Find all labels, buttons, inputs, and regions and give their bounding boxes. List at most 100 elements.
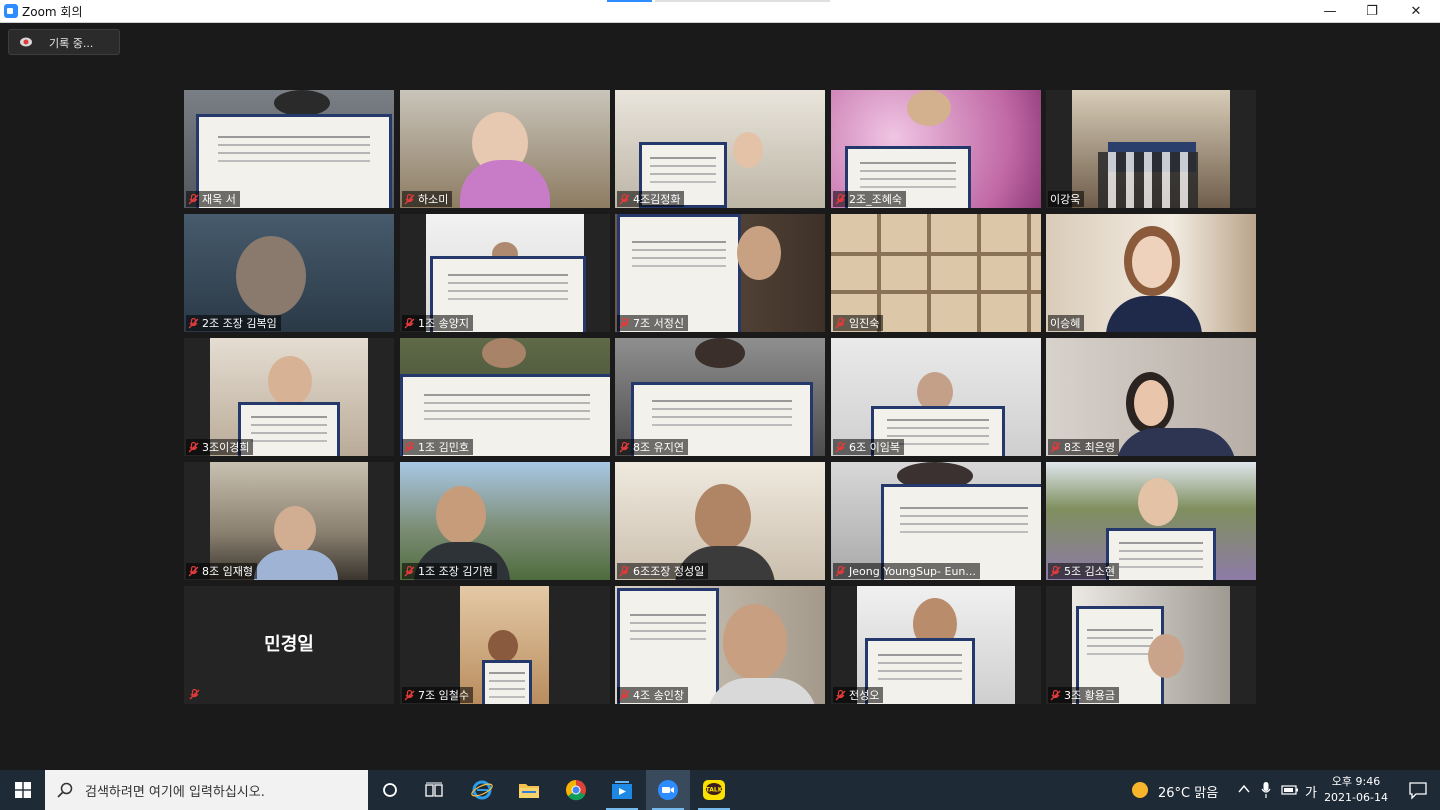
participant-head — [695, 484, 751, 550]
participant-head — [436, 486, 486, 544]
video-tile[interactable]: 3조 황용금 — [1046, 586, 1256, 704]
participant-name-tag: 6조조장 정성일 — [617, 563, 709, 579]
video-tile[interactable]: 1조 김민호 — [400, 338, 610, 456]
active-speaker-tile[interactable]: 이승혜 — [1046, 214, 1256, 332]
windows-taskbar: 검색하려면 여기에 입력하십시오. TALK 26°C 맑음 가 오후 9:46… — [0, 770, 1440, 810]
muted-mic-icon — [835, 565, 846, 576]
participant-display-name: 민경일 — [264, 634, 314, 655]
video-tile[interactable]: 8조 임재형 — [184, 462, 394, 580]
participant-name: 8조 최은영 — [1064, 441, 1115, 454]
participant-name: 1조 송양지 — [418, 317, 469, 330]
taskbar-media-app[interactable] — [600, 770, 644, 810]
participant-name-tag: 재욱 서 — [186, 191, 240, 207]
video-tile[interactable]: 임진숙 — [831, 214, 1041, 332]
video-tile[interactable]: 6조 이임복 — [831, 338, 1041, 456]
participant-name-tag: 2조_조혜숙 — [833, 191, 906, 207]
taskbar-zoom[interactable] — [646, 770, 690, 810]
muted-mic-icon — [835, 193, 846, 204]
taskbar-chrome[interactable] — [554, 770, 598, 810]
certificate — [1106, 528, 1216, 580]
video-tile[interactable]: 2조 조장 김복임 — [184, 214, 394, 332]
video-tile[interactable]: 재욱 서 — [184, 90, 394, 208]
video-tile[interactable]: Jeong YoungSup- Eun... — [831, 462, 1041, 580]
video-tile[interactable]: 7조 임철수 — [400, 586, 610, 704]
search-icon — [57, 782, 73, 798]
close-button[interactable]: ✕ — [1394, 0, 1438, 22]
participant-name: 2조 조장 김복임 — [202, 317, 277, 330]
participant-name-tag: 4조 송인창 — [617, 687, 688, 703]
chevron-up-icon[interactable] — [1238, 784, 1250, 794]
window-title: Zoom 회의 — [22, 5, 83, 19]
video-tile[interactable]: 1조 조장 김기현 — [400, 462, 610, 580]
input-method-indicator[interactable]: 가 — [1305, 782, 1317, 801]
participant-head — [695, 338, 745, 368]
recording-indicator[interactable]: 기록 중... — [8, 29, 120, 55]
participant-name: 재욱 서 — [202, 193, 236, 206]
video-tile[interactable]: 전성오 — [831, 586, 1041, 704]
participant-head — [733, 132, 763, 168]
muted-mic-icon — [404, 193, 415, 204]
video-tile[interactable]: 4조김정화 — [615, 90, 825, 208]
muted-mic-icon — [188, 565, 199, 576]
participant-head — [723, 604, 787, 680]
start-button[interactable] — [0, 770, 45, 810]
muted-mic-icon — [619, 565, 630, 576]
muted-mic-icon — [188, 441, 199, 452]
video-tile[interactable]: 3조이경희 — [184, 338, 394, 456]
weather-text[interactable]: 26°C 맑음 — [1158, 782, 1218, 801]
zoom-app-icon — [4, 4, 18, 18]
muted-mic-icon — [1050, 441, 1061, 452]
participant-name-tag: 3조 황용금 — [1048, 687, 1119, 703]
participant-name-tag: 7조 임철수 — [402, 687, 473, 703]
taskbar-file-explorer[interactable] — [507, 770, 551, 810]
chrome-icon — [566, 780, 586, 801]
clock-date: 2021-06-14 — [1324, 791, 1388, 804]
video-tile[interactable]: 6조조장 정성일 — [615, 462, 825, 580]
cortana-button[interactable] — [368, 770, 412, 810]
participant-head — [274, 90, 330, 116]
video-grid: 재욱 서 하소미 4조김정화 2조_조혜숙 이강욱 2조 조장 김복임 1조 송… — [184, 90, 1256, 704]
participant-name-tag: 6조 이임복 — [833, 439, 904, 455]
video-tile[interactable]: 8조 유지연 — [615, 338, 825, 456]
video-tile[interactable]: 1조 송양지 — [400, 214, 610, 332]
muted-mic-icon — [835, 441, 846, 452]
maximize-button[interactable]: ❐ — [1350, 0, 1394, 22]
minimize-button[interactable]: — — [1308, 0, 1352, 22]
participant-name: 1조 조장 김기현 — [418, 565, 493, 578]
search-placeholder: 검색하려면 여기에 입력하십시오. — [85, 785, 265, 800]
video-tile[interactable]: 2조_조혜숙 — [831, 90, 1041, 208]
participant-head — [488, 630, 518, 662]
folder-icon — [519, 784, 539, 798]
video-tile[interactable]: 4조 송인창 — [615, 586, 825, 704]
video-tile[interactable]: 하소미 — [400, 90, 610, 208]
participant-head — [1148, 634, 1184, 678]
muted-mic-icon — [619, 317, 630, 328]
video-tile[interactable]: 7조 서정신 — [615, 214, 825, 332]
participant-name-tag: 8조 임재형 — [186, 563, 257, 579]
taskbar-edge[interactable] — [460, 770, 504, 810]
media-player-icon — [612, 781, 632, 799]
task-view-button[interactable] — [412, 770, 456, 810]
microphone-icon[interactable] — [1261, 781, 1271, 799]
participant-name: 1조 김민호 — [418, 441, 469, 454]
taskbar-clock[interactable]: 오후 9:46 2021-06-14 — [1324, 774, 1388, 806]
participant-name: 7조 임철수 — [418, 689, 469, 702]
taskbar-search-box[interactable]: 검색하려면 여기에 입력하십시오. — [45, 770, 368, 810]
video-tile-no-video[interactable]: 민경일 — [184, 586, 394, 704]
battery-icon[interactable] — [1281, 784, 1299, 796]
video-tile[interactable]: 5조 김소현 — [1046, 462, 1256, 580]
video-tile[interactable]: 8조 최은영 — [1046, 338, 1256, 456]
kakaotalk-icon: TALK — [703, 780, 725, 800]
participant-head — [737, 226, 781, 280]
participant-name-tag: 1조 김민호 — [402, 439, 473, 455]
muted-mic-icon — [619, 441, 630, 452]
shelf — [831, 252, 1041, 256]
title-accent — [607, 0, 652, 2]
shelf — [831, 290, 1041, 294]
taskbar-kakaotalk[interactable]: TALK — [692, 770, 736, 810]
notification-icon[interactable] — [1408, 780, 1428, 800]
muted-mic-icon — [835, 317, 846, 328]
video-tile[interactable]: 이강욱 — [1046, 90, 1256, 208]
muted-mic-icon — [404, 689, 415, 700]
participant-name: 이승혜 — [1050, 317, 1081, 330]
